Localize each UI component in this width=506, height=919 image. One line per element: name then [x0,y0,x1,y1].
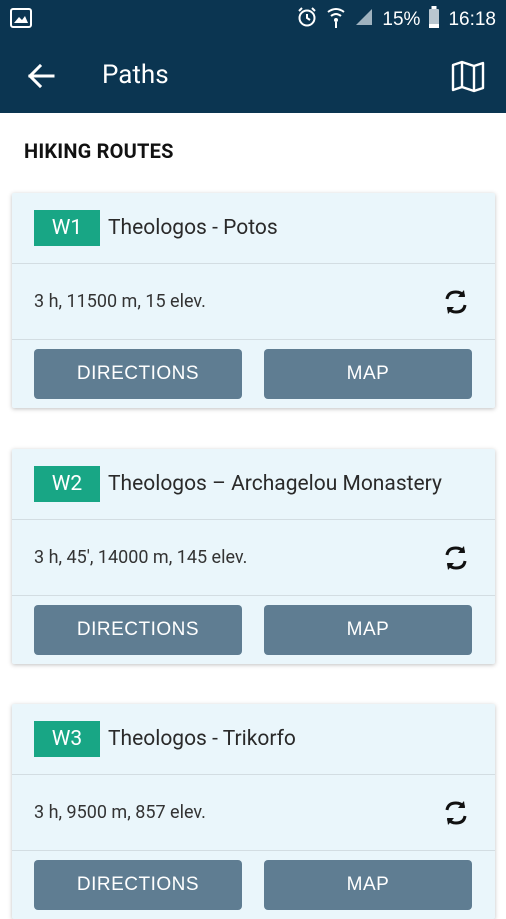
app-bar: Paths [0,38,506,113]
route-card: W2 Theologos – Archagelou Monastery 3 h,… [12,449,495,664]
route-info-row: 3 h, 11500 m, 15 elev. [12,264,495,340]
alarm-icon [296,6,318,33]
sync-icon[interactable] [441,287,471,317]
battery-icon [428,6,440,33]
signal-icon [354,7,374,32]
section-title: HIKING ROUTES [24,139,174,163]
route-actions: DIRECTIONS MAP [12,596,495,664]
route-header: W2 Theologos – Archagelou Monastery [12,449,495,520]
sync-icon[interactable] [441,543,471,573]
map-button[interactable]: MAP [264,860,472,910]
route-code-badge: W3 [34,721,100,757]
directions-button[interactable]: DIRECTIONS [34,860,242,910]
route-info-row: 3 h, 45', 14000 m, 145 elev. [12,520,495,596]
route-name: Theologos - Trikorfo [108,727,296,751]
map-button[interactable]: MAP [264,605,472,655]
sync-icon[interactable] [441,798,471,828]
battery-percent: 15% [382,8,421,30]
status-bar: 15% 16:18 [0,0,506,38]
directions-button[interactable]: DIRECTIONS [34,349,242,399]
route-list: HIKING ROUTES W1 Theologos - Potos 3 h, … [0,113,506,919]
route-actions: DIRECTIONS MAP [12,340,495,408]
route-info-row: 3 h, 9500 m, 857 elev. [12,775,495,851]
route-name: Theologos - Potos [108,216,278,240]
map-icon[interactable] [450,58,486,94]
route-header: W3 Theologos - Trikorfo [12,704,495,775]
route-header: W1 Theologos - Potos [12,193,495,264]
route-card: W3 Theologos - Trikorfo 3 h, 9500 m, 857… [12,704,495,919]
back-arrow-icon[interactable] [26,61,56,91]
route-stats: 3 h, 9500 m, 857 elev. [34,802,206,823]
page-title: Paths [102,60,169,90]
route-card: W1 Theologos - Potos 3 h, 11500 m, 15 el… [12,193,495,408]
route-stats: 3 h, 45', 14000 m, 145 elev. [34,547,248,568]
clock: 16:18 [448,8,496,30]
route-stats: 3 h, 11500 m, 15 elev. [34,291,206,312]
image-icon [10,8,32,32]
map-button[interactable]: MAP [264,349,472,399]
route-code-badge: W1 [34,210,100,246]
directions-button[interactable]: DIRECTIONS [34,605,242,655]
route-code-badge: W2 [34,466,100,502]
route-actions: DIRECTIONS MAP [12,851,495,919]
wifi-icon [326,6,346,33]
route-name: Theologos – Archagelou Monastery [108,472,442,496]
